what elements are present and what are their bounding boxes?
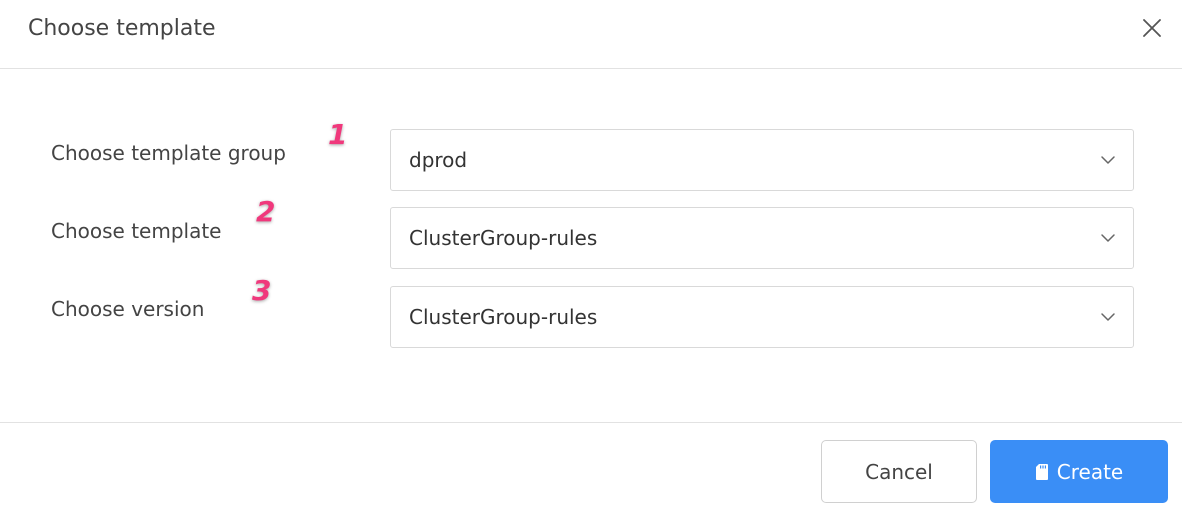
cancel-button[interactable]: Cancel xyxy=(821,440,977,503)
version-value: ClusterGroup-rules xyxy=(409,305,598,329)
close-icon xyxy=(1143,19,1161,37)
step-marker-1: 1 xyxy=(328,118,348,151)
chevron-down-icon xyxy=(1100,311,1116,323)
create-button-label: Create xyxy=(1056,459,1124,484)
cancel-button-label: Cancel xyxy=(865,459,933,484)
version-label: Choose version xyxy=(51,297,205,321)
step-marker-2: 2 xyxy=(256,195,276,228)
choose-template-dialog: Choose template Choose template group 1 … xyxy=(0,0,1182,514)
template-select[interactable]: ClusterGroup-rules xyxy=(390,207,1134,269)
template-label: Choose template xyxy=(51,219,222,243)
dialog-title: Choose template xyxy=(28,16,216,41)
chevron-down-icon xyxy=(1100,154,1116,166)
sd-card-icon xyxy=(1035,463,1049,481)
template-group-select[interactable]: dprod xyxy=(390,129,1134,191)
version-select[interactable]: ClusterGroup-rules xyxy=(390,286,1134,348)
template-group-label: Choose template group xyxy=(51,141,286,165)
chevron-down-icon xyxy=(1100,232,1116,244)
step-marker-3: 3 xyxy=(252,274,272,307)
template-group-value: dprod xyxy=(409,148,468,172)
dialog-footer: Cancel Create xyxy=(0,422,1182,514)
template-value: ClusterGroup-rules xyxy=(409,226,598,250)
create-button[interactable]: Create xyxy=(990,440,1168,503)
dialog-header: Choose template xyxy=(0,0,1182,69)
close-button[interactable] xyxy=(1140,16,1164,40)
